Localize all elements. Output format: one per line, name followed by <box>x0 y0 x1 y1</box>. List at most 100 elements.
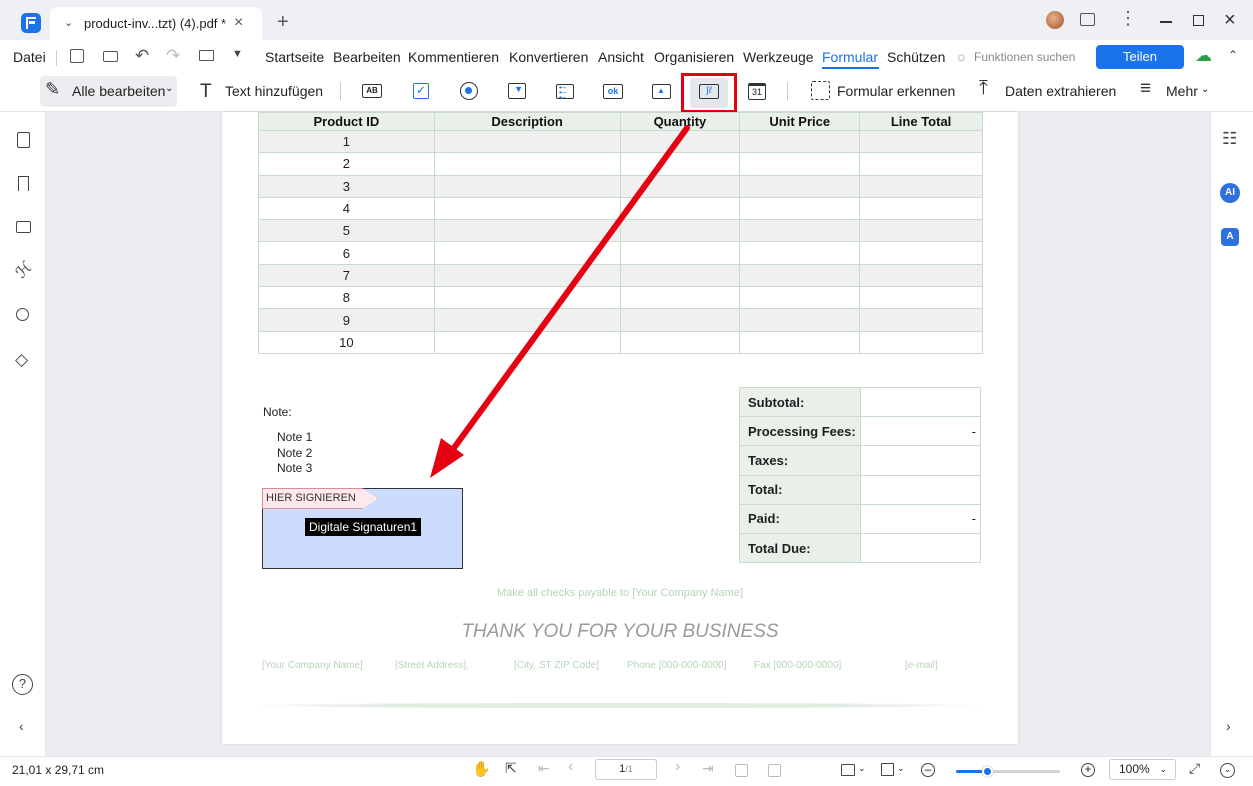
chevron-down-icon: ⌄ <box>1201 84 1210 95</box>
table-row: 4 <box>258 196 983 221</box>
share-label: Teilen <box>1123 49 1157 64</box>
column-header: Product ID <box>258 112 435 131</box>
more-button[interactable]: Mehr <box>1166 83 1198 99</box>
maximize-button[interactable] <box>1193 15 1204 26</box>
feedback-icon[interactable] <box>1080 13 1095 26</box>
avatar[interactable] <box>1046 11 1064 29</box>
table-cell <box>619 174 741 198</box>
totals-value <box>860 532 981 564</box>
page-layout-icon[interactable] <box>881 763 894 776</box>
zoom-slider[interactable] <box>956 766 1060 777</box>
combo-box-icon[interactable]: ▼ <box>505 80 529 102</box>
ai-assistant-icon[interactable]: AI <box>1220 183 1240 203</box>
new-tab-button[interactable]: + <box>277 11 289 34</box>
more-menu-icon[interactable]: ⋮ <box>1119 8 1137 29</box>
product-id-cell: 9 <box>258 308 435 332</box>
chevron-down-icon[interactable]: ⌄ <box>897 763 905 774</box>
chevron-down-icon[interactable]: ⌄ <box>64 16 73 29</box>
table-cell <box>739 152 861 176</box>
form-recognize-button[interactable]: Formular erkennen <box>837 83 955 99</box>
list-box-icon[interactable]: •– •– •– <box>553 80 577 102</box>
scroll-down-icon[interactable]: ⌄ <box>1220 763 1235 778</box>
button-icon[interactable]: ok <box>601 80 625 102</box>
text-field-icon[interactable]: AB <box>360 80 384 102</box>
menu-werkzeuge[interactable]: Werkzeuge <box>743 49 814 65</box>
zoom-in-icon[interactable]: + <box>1081 763 1095 777</box>
totals-label: Total: <box>739 474 861 505</box>
menu-organisieren[interactable]: Organisieren <box>654 49 734 65</box>
checks-payable: Make all checks payable to [Your Company… <box>497 587 743 599</box>
table-cell <box>619 308 741 332</box>
table-cell <box>619 219 741 243</box>
extract-data-button[interactable]: Daten extrahieren <box>1005 83 1116 99</box>
totals-row: Total Due: <box>739 532 981 564</box>
product-id-cell: 10 <box>258 330 435 354</box>
zoom-out-icon[interactable]: – <box>921 763 935 777</box>
minimize-button[interactable] <box>1160 21 1172 23</box>
menu-formular[interactable]: Formular <box>822 49 878 65</box>
expand-right-icon[interactable]: › <box>1226 718 1231 734</box>
fit-page-icon[interactable] <box>841 764 855 776</box>
chevron-down-icon[interactable]: ⌄ <box>858 763 866 774</box>
fullscreen-icon[interactable]: ⤢ <box>1189 760 1200 777</box>
quick-access-dropdown-icon[interactable]: ▼ <box>232 48 243 60</box>
collapse-left-icon[interactable]: ‹ <box>19 718 24 734</box>
signature-field-name: Digitale Signaturen1 <box>309 520 418 534</box>
comment-icon[interactable] <box>16 221 31 233</box>
cloud-sync-icon[interactable]: ☁ <box>1195 46 1212 66</box>
table-row: 5 <box>258 219 983 243</box>
select-tool-icon[interactable]: ⇱ <box>505 760 517 777</box>
menu-bearbeiten[interactable]: Bearbeiten <box>333 49 401 65</box>
menu-datei[interactable]: Datei <box>13 49 46 65</box>
feature-search[interactable]: Funktionen suchen <box>974 50 1075 64</box>
redo-icon[interactable]: ↷ <box>166 46 180 66</box>
upload-icon: ⤒ <box>979 77 988 99</box>
checkbox-icon[interactable]: ✓ <box>409 80 433 102</box>
table-cell <box>433 330 621 354</box>
menu-schuetzen[interactable]: Schützen <box>887 49 945 65</box>
signature-field[interactable]: HIER SIGNIEREN Digitale Signaturen1 <box>262 488 463 569</box>
column-header: Quantity <box>619 112 741 131</box>
date-field-icon[interactable]: 31 <box>745 80 769 102</box>
page-number-input[interactable]: 1/1 <box>595 759 657 780</box>
last-page-icon[interactable]: ⇥ <box>702 760 714 777</box>
hand-tool-icon[interactable]: ✋ <box>472 760 491 778</box>
menu-startseite[interactable]: Startseite <box>265 49 324 65</box>
print-icon[interactable] <box>103 51 118 62</box>
save-icon[interactable] <box>70 49 84 63</box>
table-cell <box>433 241 621 265</box>
active-menu-underline <box>822 67 879 69</box>
help-icon[interactable]: ? <box>12 674 33 695</box>
close-window-button[interactable]: × <box>1224 9 1236 32</box>
column-header: Unit Price <box>739 112 861 131</box>
divider <box>340 82 341 100</box>
collapse-ribbon-icon[interactable]: ⌃ <box>1228 48 1238 62</box>
next-page-icon[interactable]: › <box>675 758 680 776</box>
undo-icon[interactable]: ↶ <box>135 46 149 66</box>
bookmark-icon[interactable] <box>18 176 29 191</box>
zoom-select[interactable]: 100% ⌄ <box>1109 759 1176 780</box>
menu-kommentieren[interactable]: Kommentieren <box>408 49 499 65</box>
table-cell <box>433 129 621 154</box>
mail-icon[interactable] <box>199 50 214 61</box>
properties-icon[interactable]: ☷ <box>1222 129 1237 149</box>
translate-icon[interactable]: A <box>1221 228 1239 246</box>
menu-ansicht[interactable]: Ansicht <box>598 49 644 65</box>
previous-page-icon[interactable]: ‹ <box>568 758 573 776</box>
search-icon[interactable] <box>16 308 29 321</box>
radio-button-icon[interactable] <box>457 80 481 102</box>
edit-all-button[interactable]: ✎ Alle bearbeiten ⌄ <box>40 76 177 107</box>
rotate-right-icon[interactable] <box>768 764 781 777</box>
close-icon[interactable]: × <box>234 14 243 32</box>
image-field-icon[interactable]: ▲ <box>649 80 673 102</box>
first-page-icon[interactable]: ⇤ <box>538 760 550 777</box>
layers-icon[interactable]: ◇ <box>15 350 28 370</box>
table-cell <box>433 263 621 288</box>
document-tab[interactable]: ⌄ product-inv...tzt) (4).pdf * × <box>50 7 262 40</box>
tab-title: product-inv...tzt) (4).pdf * <box>84 16 227 31</box>
page-thumbnails-icon[interactable] <box>17 132 30 148</box>
menu-konvertieren[interactable]: Konvertieren <box>509 49 588 65</box>
share-button[interactable]: Teilen <box>1096 45 1184 69</box>
rotate-left-icon[interactable] <box>735 764 748 777</box>
add-text-button[interactable]: Text hinzufügen <box>225 83 323 99</box>
